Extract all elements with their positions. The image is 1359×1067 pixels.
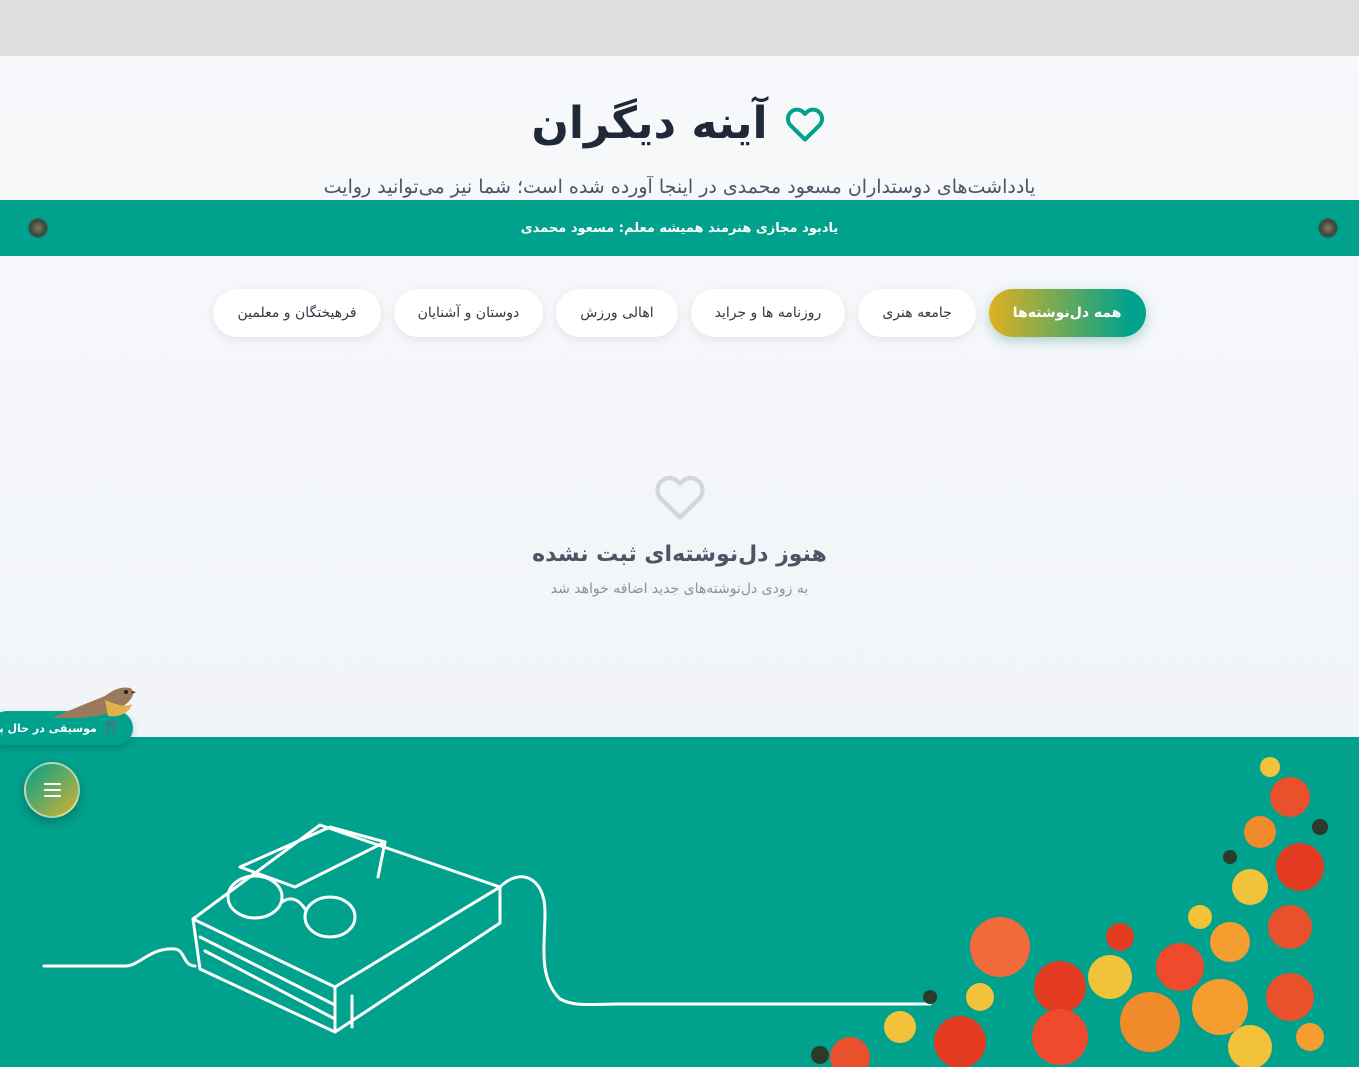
heart-icon <box>654 475 705 520</box>
flowers-decoration <box>811 757 1328 1067</box>
music-label: موسیقی در حال پخش <box>0 721 97 735</box>
category-tabs: همه دل‌نوشته‌ها جامعه هنری روزنامه ها و … <box>0 289 1359 337</box>
hamburger-line <box>43 789 61 791</box>
title-row: آینه دیگران <box>0 98 1359 149</box>
tab-scholars-teachers[interactable]: فرهیختگان و معلمین <box>213 289 381 337</box>
hamburger-menu-icon <box>43 783 61 785</box>
page-title: آینه دیگران <box>531 98 768 149</box>
heart-icon <box>785 107 824 142</box>
empty-state: هنوز دل‌نوشته‌ای ثبت نشده به زودی دل‌نوش… <box>0 468 1359 597</box>
bird-icon <box>52 687 136 718</box>
music-note-icon: 🎵 <box>102 720 119 736</box>
footer <box>0 737 1359 1067</box>
hamburger-menu-button[interactable] <box>24 762 80 818</box>
ornament-icon <box>28 218 48 238</box>
tab-art-community[interactable]: جامعه هنری <box>858 289 976 337</box>
tab-all-notes[interactable]: همه دل‌نوشته‌ها <box>988 289 1146 337</box>
ornament-icon <box>1318 218 1338 238</box>
banner-text: یادبود مجازی هنرمند همیشه معلم: مسعود مح… <box>520 220 839 236</box>
memorial-banner: یادبود مجازی هنرمند همیشه معلم: مسعود مح… <box>0 200 1359 256</box>
empty-state-subtitle: به زودی دل‌نوشته‌های جدید اضافه خواهد شد <box>550 581 809 597</box>
empty-state-title: هنوز دل‌نوشته‌ای ثبت نشده <box>532 542 827 567</box>
hero-section: آینه دیگران یادداشت‌های دوستداران مسعود … <box>0 56 1359 200</box>
tab-friends[interactable]: دوستان و آشنایان <box>393 289 544 337</box>
hamburger-line <box>43 795 61 797</box>
book-glasses-illustration <box>42 757 1328 1067</box>
browser-top-bar <box>0 0 1359 56</box>
page-subtitle: یادداشت‌های دوستداران مسعود محمدی در این… <box>323 176 1036 198</box>
tab-newspapers[interactable]: روزنامه ها و جراید <box>690 289 846 337</box>
tab-sports[interactable]: اهالی ورزش <box>556 289 678 337</box>
